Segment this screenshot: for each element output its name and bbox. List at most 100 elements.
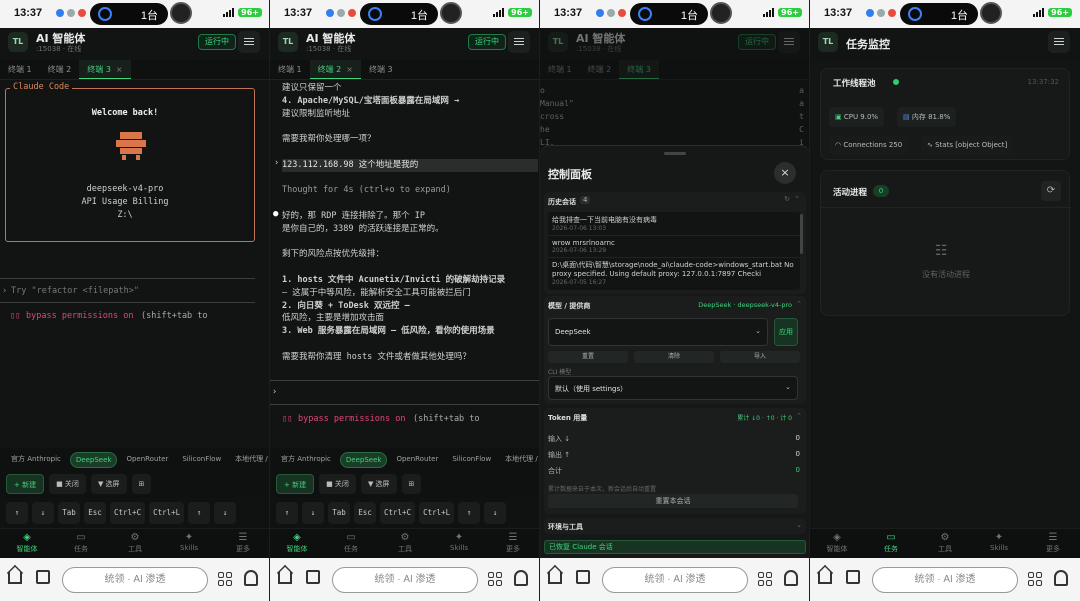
dynamic-island[interactable]: 1台 (360, 3, 438, 25)
key-up[interactable]: ↑ (6, 502, 28, 524)
new-terminal-button[interactable]: + 新建 (276, 474, 315, 494)
collapse-icon[interactable]: ⌃ (796, 300, 802, 308)
tab-terminal-2[interactable]: 终端 2 (580, 60, 620, 79)
key-up[interactable]: ↑ (276, 502, 298, 524)
grid-icon[interactable] (218, 572, 232, 586)
collapse-icon[interactable]: ⌃ (794, 195, 800, 203)
address-bar[interactable]: 统领 · AI 渗透 (62, 567, 208, 593)
env-section[interactable]: 环境与工具 ⌄ (544, 518, 806, 534)
tabs-icon[interactable] (306, 570, 320, 584)
provider-siliconflow[interactable]: SiliconFlow (177, 452, 226, 468)
home-icon[interactable] (548, 572, 562, 584)
nav-tools[interactable]: ⚙ 工具 (108, 529, 162, 558)
tab-terminal-3[interactable]: 终端 3 × (79, 60, 131, 79)
home-icon[interactable] (8, 572, 22, 584)
refresh-icon[interactable]: ⟳ (1041, 181, 1061, 201)
address-bar[interactable]: 统领 · AI 渗透 (332, 567, 478, 593)
close-terminal-button[interactable]: ■ 关闭 (319, 474, 356, 494)
close-icon[interactable]: × (116, 65, 123, 74)
grid-icon[interactable] (758, 572, 772, 586)
provider-openrouter[interactable]: OpenRouter (121, 452, 173, 468)
provider-anthropic[interactable]: 官方 Anthropic (6, 452, 66, 468)
key-ctrl-l[interactable]: Ctrl+L (419, 502, 455, 524)
key-ctrl-c[interactable]: Ctrl+C (380, 502, 416, 524)
close-terminal-button[interactable]: ■ 关闭 (49, 474, 86, 494)
tab-terminal-3[interactable]: 终端 3 (361, 60, 401, 79)
provider-siliconflow[interactable]: SiliconFlow (447, 452, 496, 468)
history-item[interactable]: D:\桌面\代码\智慧\storage\node_ai\claude-code>… (548, 258, 800, 289)
terminal-view[interactable]: Claude Code Welcome back! deepseek-v4-pr… (0, 80, 269, 448)
nav-tasks[interactable]: ▭ 任务 (864, 529, 918, 558)
dynamic-island[interactable]: 1台 (900, 3, 978, 25)
close-icon[interactable]: × (346, 65, 353, 74)
menu-icon[interactable] (238, 31, 260, 53)
tab-terminal-1[interactable]: 终端 1 (540, 60, 580, 79)
home-icon[interactable] (818, 572, 832, 584)
grid-icon[interactable] (1028, 572, 1042, 586)
key-tab[interactable]: Tab (328, 502, 350, 524)
import-button[interactable]: 导入 (720, 351, 800, 363)
collapse-icon[interactable]: ⌃ (796, 412, 802, 420)
tab-terminal-2[interactable]: 终端 2 (40, 60, 80, 79)
tab-terminal-1[interactable]: 终端 1 (270, 60, 310, 79)
nav-tools[interactable]: ⚙ 工具 (918, 529, 972, 558)
provider-anthropic[interactable]: 官方 Anthropic (276, 452, 336, 468)
key-ctrl-c[interactable]: Ctrl+C (110, 502, 146, 524)
tabs-icon[interactable] (36, 570, 50, 584)
layout-button[interactable]: ⊞ (131, 474, 152, 494)
nav-agent[interactable]: ◈ 智能体 (810, 529, 864, 558)
select-screen-button[interactable]: ▼ 选屏 (90, 474, 127, 494)
nav-skills[interactable]: ✦ Skills (972, 529, 1026, 558)
menu-icon[interactable] (1048, 31, 1070, 53)
dynamic-island[interactable]: 1台 (90, 3, 168, 25)
provider-deepseek[interactable]: DeepSeek (69, 452, 118, 468)
cli-model-select[interactable]: 默认（使用 settings） ⌄ (548, 376, 798, 400)
key-tab[interactable]: Tab (58, 502, 80, 524)
key-down[interactable]: ↓ (32, 502, 54, 524)
provider-local-proxy[interactable]: 本地代理 / 自 (230, 452, 269, 468)
apply-button[interactable]: 应用 (774, 318, 798, 346)
nav-agent[interactable]: ◈ 智能体 (270, 529, 324, 558)
key-arrow-up[interactable]: ↑ (188, 502, 211, 524)
refresh-icon[interactable]: ↻ (784, 195, 790, 203)
close-icon[interactable]: × (774, 162, 796, 184)
key-arrow-down[interactable]: ↓ (484, 502, 507, 524)
dynamic-island[interactable]: 1台 (630, 3, 708, 25)
nav-more[interactable]: ☰ 更多 (1026, 529, 1080, 558)
tabs-icon[interactable] (576, 570, 590, 584)
ghost-icon[interactable] (1054, 570, 1068, 586)
nav-agent[interactable]: ◈ 智能体 (0, 529, 54, 558)
provider-deepseek[interactable]: DeepSeek (339, 452, 388, 468)
home-icon[interactable] (278, 572, 292, 584)
nav-tasks[interactable]: ▭ 任务 (54, 529, 108, 558)
history-item[interactable]: 给我排查一下当前电脑有没有病毒 2026-07-06 13:03 (548, 212, 800, 236)
new-terminal-button[interactable]: + 新建 (6, 474, 45, 494)
select-screen-button[interactable]: ▼ 选屏 (360, 474, 397, 494)
menu-icon[interactable] (778, 31, 800, 53)
grid-icon[interactable] (488, 572, 502, 586)
key-arrow-down[interactable]: ↓ (214, 502, 237, 524)
provider-select[interactable]: DeepSeek ⌄ (548, 318, 768, 346)
drag-handle[interactable] (664, 152, 686, 155)
key-esc[interactable]: Esc (84, 502, 106, 524)
nav-more[interactable]: ☰ 更多 (216, 529, 269, 558)
ghost-icon[interactable] (784, 570, 798, 586)
reset-button[interactable]: 重置 (548, 351, 628, 363)
menu-icon[interactable] (508, 31, 530, 53)
address-bar[interactable]: 统领 · AI 渗透 (602, 567, 748, 593)
key-down[interactable]: ↓ (302, 502, 324, 524)
tab-terminal-1[interactable]: 终端 1 (0, 60, 40, 79)
tab-terminal-3[interactable]: 终端 3 (619, 60, 659, 79)
tabs-icon[interactable] (846, 570, 860, 584)
provider-local-proxy[interactable]: 本地代理 / 自 (500, 452, 539, 468)
history-item[interactable]: wrow mrsrlnoarnc 2026-07-06 13:29 (548, 236, 800, 258)
nav-tasks[interactable]: ▭ 任务 (324, 529, 378, 558)
scrollbar[interactable] (800, 214, 803, 254)
ghost-icon[interactable] (244, 570, 258, 586)
nav-skills[interactable]: ✦ Skills (432, 529, 486, 558)
key-arrow-up[interactable]: ↑ (458, 502, 481, 524)
tab-terminal-2[interactable]: 终端 2 × (309, 60, 361, 79)
nav-tools[interactable]: ⚙ 工具 (378, 529, 432, 558)
address-bar[interactable]: 统领 · AI 渗透 (872, 567, 1018, 593)
clear-button[interactable]: 清除 (634, 351, 714, 363)
